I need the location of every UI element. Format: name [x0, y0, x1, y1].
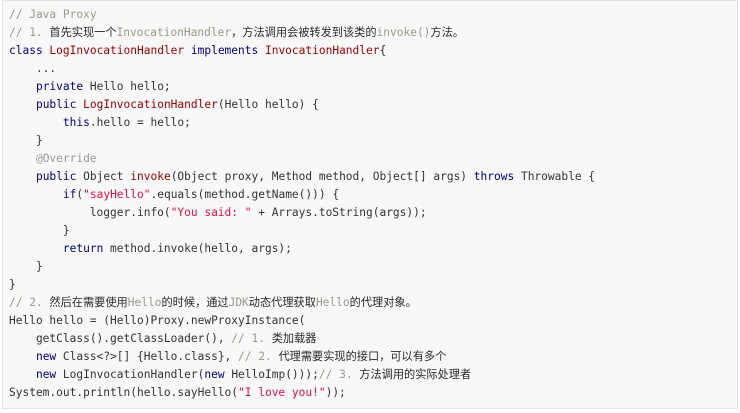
code-token: 首先实现一个 — [49, 26, 117, 39]
code-token: // 1. — [9, 26, 50, 39]
code-line: this.hello = hello; — [9, 114, 595, 132]
code-token: getClass().getClassLoader(), — [9, 332, 232, 345]
code-token: if — [62, 188, 77, 201]
code-token: public — [35, 170, 77, 183]
code-line: public Object invoke(Object proxy, Metho… — [9, 168, 595, 186]
code-token: InvocationHandler — [116, 26, 232, 39]
code-line: // 2. 然后在需要使用Hello的时候，通过JDK动态代理获取Hello的代… — [9, 294, 595, 312]
code-line: } — [9, 276, 595, 294]
code-line: return method.invoke(hello, args); — [9, 240, 595, 258]
code-token: new — [35, 368, 57, 381]
code-token: HelloImp())); — [224, 368, 319, 381]
code-line: } — [9, 258, 595, 276]
code-token: "I love you!" — [238, 386, 326, 399]
code-token: Hello hello; — [83, 80, 171, 93]
code-line: private Hello hello; — [9, 78, 595, 96]
code-token: LogInvocationHandler( — [56, 368, 205, 381]
code-line: getClass().getClassLoader(), // 1. 类加载器 — [9, 330, 595, 348]
code-line: @Override — [9, 150, 595, 168]
code-token: class — [9, 44, 50, 57]
code-line: // 1. 首先实现一个InvocationHandler，方法调用会被转发到该… — [9, 24, 595, 42]
code-line: new LogInvocationHandler(new HelloImp())… — [9, 366, 595, 384]
code-token: ，方法调用会被转发到该类的 — [231, 26, 377, 39]
code-token: 动态代理获取 — [248, 296, 316, 309]
code-line: Hello hello = (Hello)Proxy.newProxyInsta… — [9, 312, 595, 330]
code-token: Hello — [127, 296, 162, 309]
code-token: // 1. — [231, 332, 272, 345]
code-token: 方法。 — [430, 26, 464, 39]
code-token: Throwable { — [514, 170, 596, 183]
code-token: "sayHello" — [83, 188, 151, 201]
code-token: "You said: " — [170, 206, 252, 219]
code-token: this — [62, 116, 90, 129]
code-line: if("sayHello".equals(method.getName())) … — [9, 186, 595, 204]
code-token: method.invoke(hello, args); — [103, 242, 292, 255]
code-token: { — [379, 44, 387, 57]
code-token: implements — [184, 44, 265, 57]
code-line: // Java Proxy — [9, 6, 595, 24]
code-token: )); — [325, 386, 346, 399]
code-token: invoke() — [376, 26, 431, 39]
code-token: 的代理对象。 — [349, 296, 417, 309]
code-token: new — [204, 368, 225, 381]
code-token: 方法调用的实际处理者 — [359, 368, 472, 381]
code-token: .equals(method.getName())) { — [150, 188, 340, 201]
code-token: (Hello hello) { — [217, 98, 319, 111]
code-line: } — [9, 222, 595, 240]
code-token: } — [9, 278, 16, 291]
code-token: 类加载器 — [271, 332, 317, 345]
code-token: Object — [76, 170, 131, 183]
code-token: throws — [473, 170, 515, 183]
code-line: } — [9, 132, 595, 150]
code-token: public — [35, 98, 77, 111]
code-token: // 2. — [9, 296, 50, 309]
code-token: private — [35, 80, 84, 93]
code-token: new — [35, 350, 57, 363]
code-line: new Class<?>[] {Hello.class}, // 2. 代理需要… — [9, 348, 595, 366]
code-token: } — [9, 260, 43, 273]
code-token: JDK — [228, 296, 249, 309]
code-line: System.out.println(hello.sayHello("I lov… — [9, 384, 595, 402]
code-token: + Arrays.toString(args)); — [251, 206, 427, 219]
code-token: // Java Proxy — [9, 8, 97, 21]
code-token: 代理需要实现的接口，可以有多个 — [278, 350, 447, 363]
code-token: // 2. — [238, 350, 279, 363]
code-token: @Override — [35, 152, 97, 165]
code-token: 的时候，通过 — [161, 296, 229, 309]
code-token: // 3. — [318, 368, 360, 381]
code-line: ... — [9, 60, 595, 78]
code-token: LogInvocationHandler — [49, 44, 185, 57]
code-line: class LogInvocationHandler implements In… — [9, 42, 595, 60]
code-token: InvocationHandler — [264, 44, 380, 57]
code-token: ... — [9, 62, 57, 75]
code-token: 然后在需要使用 — [49, 296, 128, 309]
code-token: LogInvocationHandler — [83, 98, 218, 111]
code-token: return — [62, 242, 104, 255]
code-token: invoke — [130, 170, 171, 183]
code-line: public LogInvocationHandler(Hello hello)… — [9, 96, 595, 114]
code-token: .hello = hello; — [89, 116, 191, 129]
code-token: System.out.println(hello.sayHello( — [9, 386, 239, 399]
code-lines: // Java Proxy// 1. 首先实现一个InvocationHandl… — [9, 6, 595, 402]
code-token: Hello hello = (Hello)Proxy.newProxyInsta… — [9, 314, 306, 327]
code-line: logger.info("You said: " + Arrays.toStri… — [9, 204, 595, 222]
code-block: // Java Proxy// 1. 首先实现一个InvocationHandl… — [2, 0, 738, 409]
code-token: logger.info( — [9, 206, 171, 219]
code-token: (Object proxy, Method method, Object[] a… — [170, 170, 474, 183]
code-token: } — [9, 134, 43, 147]
code-token: Hello — [315, 296, 350, 309]
code-token: } — [9, 224, 70, 237]
code-token: Class<?>[] {Hello.class}, — [56, 350, 239, 363]
